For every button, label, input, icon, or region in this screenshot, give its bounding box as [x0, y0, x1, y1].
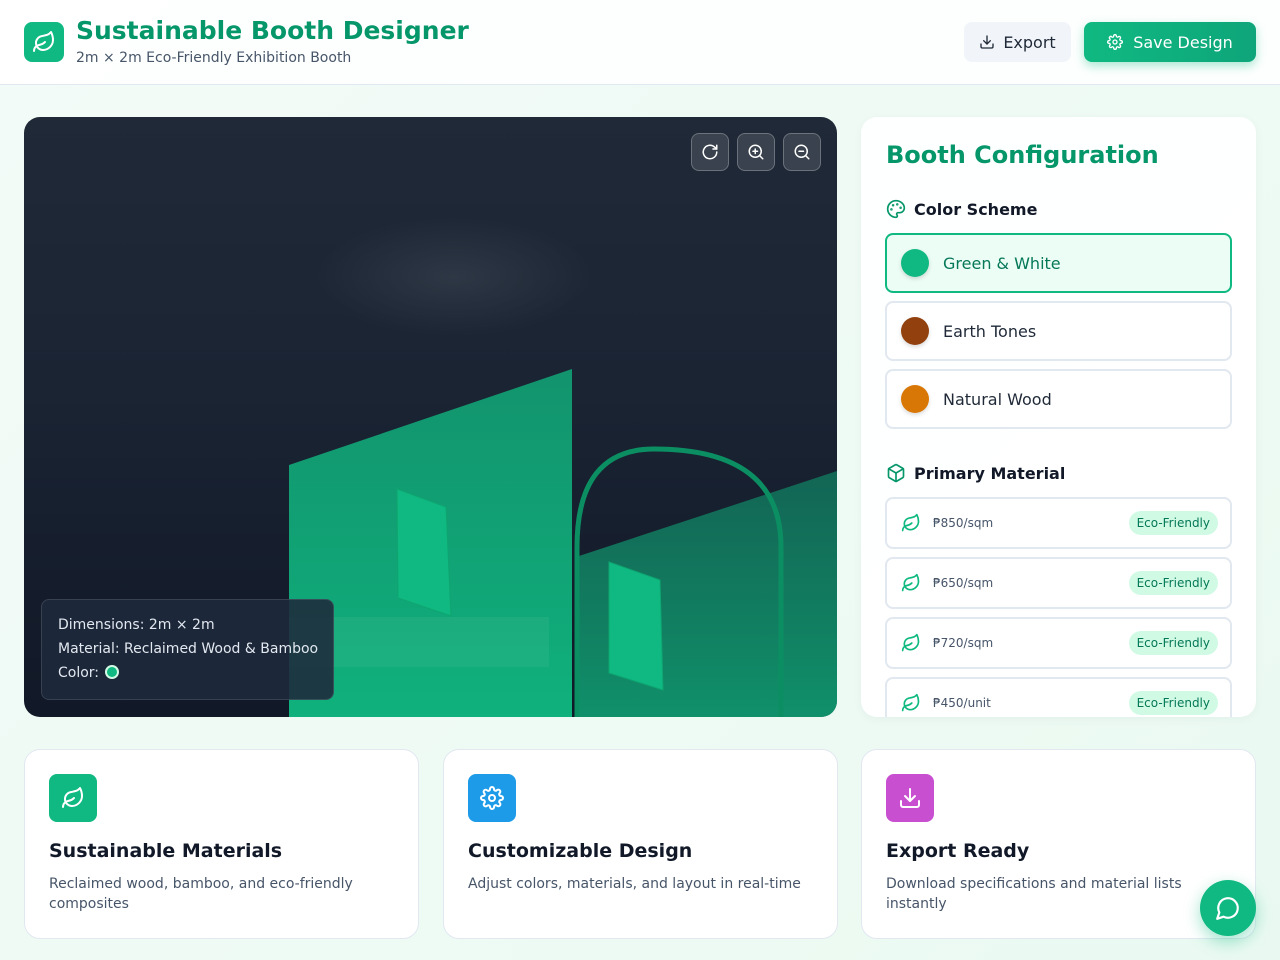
color-option-natural-wood[interactable]: Natural Wood	[885, 369, 1232, 429]
leaf-icon	[901, 573, 921, 593]
color-indicator: Color:	[58, 665, 120, 681]
color-option-earth-tones[interactable]: Earth Tones	[885, 301, 1232, 361]
current-color-dot	[105, 665, 120, 679]
feature-card-sustainable: Sustainable Materials Reclaimed wood, ba…	[24, 749, 419, 939]
feature-description: Adjust colors, materials, and layout in …	[468, 876, 801, 892]
primary-material-heading: Primary Material	[886, 463, 1065, 483]
feature-title: Customizable Design	[468, 840, 693, 862]
color-option-label: Green & White	[943, 253, 1061, 273]
material-option[interactable]: ₱650/sqm Eco-Friendly	[885, 557, 1232, 609]
material-option[interactable]: ₱850/sqm Eco-Friendly	[885, 497, 1232, 549]
zoom-out-icon	[794, 144, 810, 160]
leaf-icon	[901, 513, 921, 533]
download-icon	[980, 35, 994, 49]
material-price: ₱450/unit	[933, 696, 991, 710]
eco-friendly-badge: Eco-Friendly	[1128, 571, 1218, 595]
palette-icon	[886, 199, 906, 219]
display-panel-left	[396, 488, 452, 617]
export-label: Export	[1003, 32, 1056, 52]
zoom-in-icon	[748, 144, 764, 160]
feature-title: Sustainable Materials	[49, 840, 283, 862]
material-text: Material: Reclaimed Wood & Bamboo	[58, 641, 319, 657]
download-icon	[886, 774, 934, 822]
color-scheme-heading: Color Scheme	[886, 199, 1037, 219]
leaf-icon	[24, 22, 64, 62]
leaf-icon	[901, 693, 921, 713]
export-button[interactable]: Export	[964, 22, 1071, 62]
save-design-label: Save Design	[1133, 32, 1233, 52]
eco-friendly-badge: Eco-Friendly	[1128, 511, 1218, 535]
color-scheme-label: Color Scheme	[914, 199, 1038, 219]
material-option[interactable]: ₱720/sqm Eco-Friendly	[885, 617, 1232, 669]
feature-card-export: Export Ready Download specifications and…	[861, 749, 1256, 939]
display-panel-right	[608, 561, 664, 691]
app-subtitle: 2m × 2m Eco-Friendly Exhibition Booth	[76, 50, 352, 66]
feature-title: Export Ready	[886, 840, 1030, 862]
chat-icon	[1216, 897, 1239, 920]
eco-friendly-badge: Eco-Friendly	[1128, 691, 1218, 715]
chat-button[interactable]	[1200, 880, 1256, 936]
material-price: ₱650/sqm	[933, 576, 994, 590]
refresh-icon	[702, 144, 718, 160]
color-swatch	[901, 385, 929, 413]
booth-configuration-panel: Booth Configuration Color Scheme Green &…	[861, 117, 1256, 717]
dimensions-text: Dimensions: 2m × 2m	[58, 617, 215, 633]
color-option-label: Natural Wood	[943, 389, 1052, 409]
material-price: ₱850/sqm	[933, 516, 994, 530]
leaf-icon	[49, 774, 97, 822]
booth-3d-viewport[interactable]: Dimensions: 2m × 2m Material: Reclaimed …	[24, 117, 837, 717]
app-header: Sustainable Booth Designer 2m × 2m Eco-F…	[0, 0, 1280, 85]
feature-card-customizable: Customizable Design Adjust colors, mater…	[443, 749, 838, 939]
feature-description: Reclaimed wood, bamboo, and eco-friendly…	[49, 876, 353, 912]
feature-description: Download specifications and material lis…	[886, 876, 1182, 912]
eco-friendly-badge: Eco-Friendly	[1128, 631, 1218, 655]
material-price: ₱720/sqm	[933, 636, 994, 650]
zoom-in-button[interactable]	[737, 133, 775, 171]
primary-material-label: Primary Material	[914, 463, 1066, 483]
gear-icon	[1107, 34, 1124, 50]
leaf-icon	[901, 633, 921, 653]
zoom-out-button[interactable]	[783, 133, 821, 171]
reset-view-button[interactable]	[691, 133, 729, 171]
app-title: Sustainable Booth Designer	[76, 16, 469, 45]
color-label: Color:	[58, 665, 100, 681]
save-design-button[interactable]: Save Design	[1084, 22, 1256, 62]
color-swatch	[901, 249, 929, 277]
material-option[interactable]: ₱450/unit Eco-Friendly	[885, 677, 1232, 717]
color-option-label: Earth Tones	[943, 321, 1037, 341]
color-swatch	[901, 317, 929, 345]
color-option-green-white[interactable]: Green & White	[885, 233, 1232, 293]
gear-icon	[468, 774, 516, 822]
panel-title: Booth Configuration	[886, 141, 1159, 169]
box-icon	[887, 463, 905, 483]
booth-info-overlay: Dimensions: 2m × 2m Material: Reclaimed …	[41, 599, 334, 700]
